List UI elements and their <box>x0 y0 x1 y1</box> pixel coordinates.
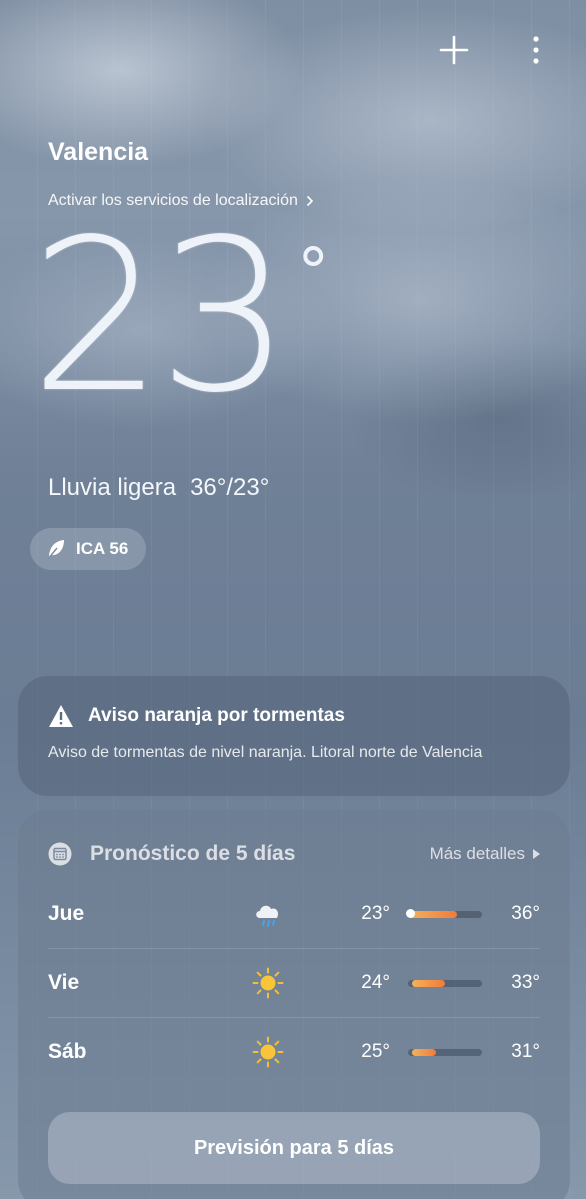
forecast-title: Pronóstico de 5 días <box>90 842 296 865</box>
caret-right-icon <box>533 849 540 859</box>
day-name: Vie <box>48 971 80 994</box>
aqi-label: ICA 56 <box>76 539 129 558</box>
rain-cloud-icon <box>238 898 298 930</box>
day-low-temp: 24° <box>361 972 390 993</box>
current-condition: Lluvia ligera 36°/23° <box>48 474 269 502</box>
temperature-range-bar <box>408 979 482 987</box>
leaf-icon <box>47 540 64 560</box>
day-name: Sáb <box>48 1040 87 1063</box>
forecast-day-row[interactable]: Jue 23° 36° <box>48 880 540 949</box>
day-low-temp: 23° <box>361 903 390 924</box>
day-name: Jue <box>48 902 85 925</box>
temperature-range-fill <box>411 1048 437 1056</box>
more-details-link[interactable]: Más detalles <box>430 844 540 864</box>
five-day-forecast-button[interactable]: Previsión para 5 días <box>48 1112 540 1184</box>
temperature-value: 23 <box>30 194 291 439</box>
forecast-day-list: Jue 23° 36° Vie 24° 33° Sáb 25° 31° <box>48 880 540 1086</box>
more-vertical-icon <box>533 36 539 64</box>
day-low-temp: 25° <box>361 1041 390 1062</box>
calendar-icon <box>48 842 72 866</box>
weather-alert-card[interactable]: Aviso naranja por tormentas Aviso de tor… <box>18 676 570 796</box>
forecast-day-row[interactable]: Sáb 25° 31° <box>48 1018 540 1086</box>
five-day-forecast-card: Pronóstico de 5 días Más detalles Jue 23°… <box>18 810 570 1199</box>
day-high-temp: 36° <box>511 903 540 924</box>
current-temperature: 23 ° <box>30 212 329 422</box>
alert-title: Aviso naranja por tormentas <box>88 705 345 726</box>
sun-icon <box>238 1036 298 1068</box>
condition-text: Lluvia ligera <box>48 474 177 501</box>
warning-icon <box>49 705 73 727</box>
top-toolbar <box>434 30 556 70</box>
high-low-text: 36°/23° <box>190 474 270 501</box>
more-details-label: Más detalles <box>429 844 525 863</box>
day-high-temp: 33° <box>511 972 540 993</box>
day-high-temp: 31° <box>511 1041 540 1062</box>
temperature-range-bar <box>408 1048 482 1056</box>
temperature-range-fill <box>408 910 457 918</box>
temperature-range-bar <box>406 908 482 918</box>
plus-icon <box>439 35 469 65</box>
chevron-right-icon <box>306 195 314 207</box>
temperature-range-fill <box>411 979 445 987</box>
forecast-header: Pronóstico de 5 días Más detalles <box>48 842 540 866</box>
alert-description: Aviso de tormentas de nivel naranja. Lit… <box>48 744 483 761</box>
alert-header: Aviso naranja por tormentas <box>48 704 540 728</box>
air-quality-chip[interactable]: ICA 56 <box>30 528 147 570</box>
forecast-day-row[interactable]: Vie 24° 33° <box>48 949 540 1018</box>
forecast-title-group: Pronóstico de 5 días <box>48 842 295 866</box>
sun-icon <box>238 967 298 999</box>
more-options-button[interactable] <box>516 30 556 70</box>
city-name: Valencia <box>48 138 149 166</box>
add-location-button[interactable] <box>434 30 474 70</box>
temperature-unit: ° <box>297 236 330 310</box>
current-temp-marker <box>406 908 415 918</box>
